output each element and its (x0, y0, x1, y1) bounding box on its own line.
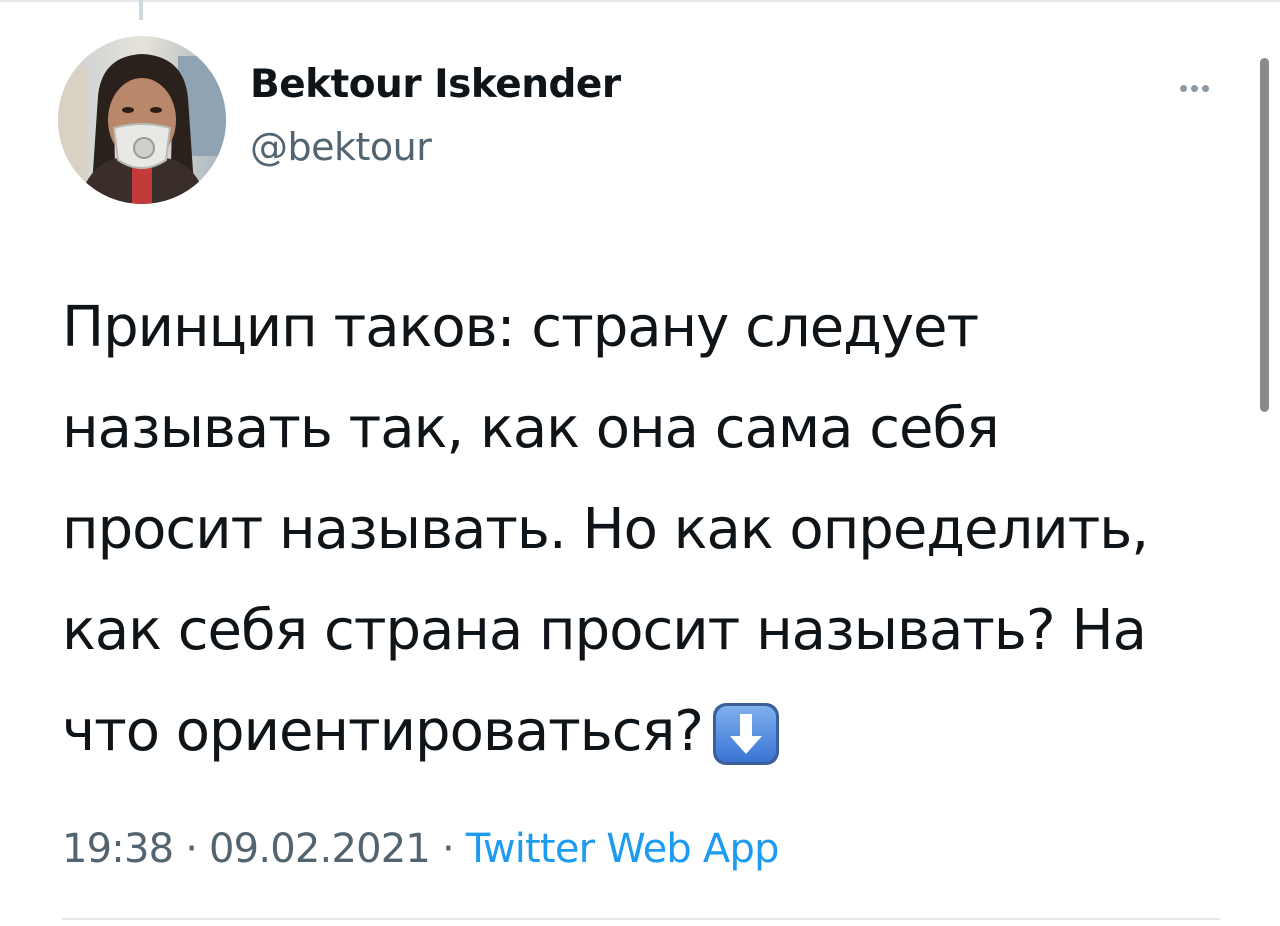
avatar-photo (58, 36, 226, 204)
tweet-text-line: что ориентироваться? (62, 699, 704, 764)
thread-connector-line (139, 0, 143, 20)
tweet-date[interactable]: 09.02.2021 (209, 826, 431, 872)
tweet-time[interactable]: 19:38 (62, 826, 174, 872)
tweet-text: Принцип таков: страну следует называть т… (62, 277, 1242, 782)
more-horizontal-icon (1201, 84, 1209, 92)
tweet-text-line: просит называть. Но как определить, (62, 497, 1149, 562)
author-display-name[interactable]: Bektour Iskender (250, 62, 621, 107)
scrollbar[interactable] (1260, 58, 1269, 412)
tweet-text-line: как себя страна просит называть? На (62, 598, 1147, 663)
bottom-divider (62, 918, 1220, 920)
tweet-text-line: Принцип таков: страну следует (62, 295, 979, 360)
top-divider (0, 0, 1280, 2)
more-horizontal-icon (1190, 84, 1198, 92)
more-horizontal-icon (1179, 84, 1187, 92)
tweet-detail-page: Bektour Iskender @bektour Принцип таков:… (0, 0, 1280, 926)
tweet-source-link[interactable]: Twitter Web App (466, 826, 780, 872)
author-handle[interactable]: @bektour (250, 125, 432, 169)
avatar[interactable] (58, 36, 226, 204)
meta-separator: · (430, 826, 466, 872)
tweet-text-line: называть так, как она сама себя (62, 396, 1000, 461)
tweet-text-last-line: что ориентироваться? (62, 681, 1242, 782)
meta-separator: · (173, 826, 210, 872)
more-options-button[interactable] (1168, 72, 1220, 104)
tweet-meta: 19:38 · 09.02.2021 · Twitter Web App (62, 826, 779, 872)
down-arrow-emoji-icon (711, 697, 781, 765)
